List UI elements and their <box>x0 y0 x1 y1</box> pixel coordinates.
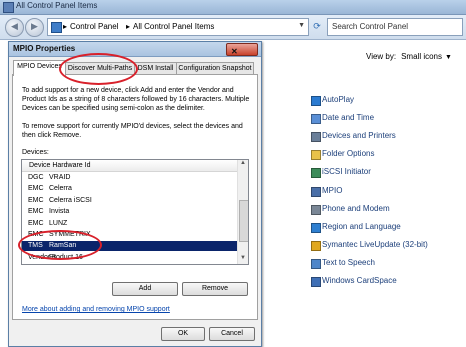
device-vendor: EMC <box>28 196 44 204</box>
cp-item-label: Devices and Printers <box>322 131 396 141</box>
device-row[interactable]: EMC Celerra <box>22 184 237 194</box>
cp-item-icon <box>311 168 321 179</box>
vertical-scrollbar[interactable]: ▲ ▼ <box>237 160 248 264</box>
devices-list[interactable]: Device Hardware Id DGC VRAID EMC Celerra EMC… <box>21 159 249 265</box>
device-vendor: EMC <box>28 231 44 238</box>
control-panel-icon <box>3 2 14 13</box>
device-row[interactable]: EMC Invista <box>22 207 237 217</box>
breadcrumb-separator: ▸ <box>63 22 68 31</box>
cp-item-icon <box>311 240 321 251</box>
device-vendor: TMS <box>28 242 43 250</box>
mpio-properties-dialog: MPIO Properties ✕ MPIO Devices Discover … <box>8 41 262 347</box>
address-bar[interactable]: ▸ Control Panel ▸ All Control Panel Item… <box>47 18 309 36</box>
chevron-down-icon[interactable]: ▼ <box>445 54 452 61</box>
breadcrumb-control-panel[interactable]: Control Panel <box>70 22 118 31</box>
device-row[interactable]: EMC LUNZ <box>22 219 237 229</box>
add-button[interactable]: Add <box>112 282 178 296</box>
cp-item-icon <box>311 150 321 161</box>
device-row[interactable]: Vendor 8 Product 16 <box>22 253 237 263</box>
dialog-title-bar: MPIO Properties ✕ <box>9 42 261 57</box>
device-product: VRAID <box>49 174 71 181</box>
device-product: Product 16 <box>49 253 83 261</box>
window-title: All Control Panel Items <box>16 1 98 10</box>
more-about-mpio-link[interactable]: More about adding and removing MPIO supp… <box>22 306 170 313</box>
device-product: Celerra <box>49 185 72 193</box>
scrollbar-thumb[interactable] <box>239 200 248 242</box>
cp-item-label: Symantec LiveUpdate (32-bit) <box>322 239 428 249</box>
control-panel-icon <box>51 22 62 33</box>
cp-item-label: Folder Options <box>322 149 375 159</box>
cp-item-icon <box>311 132 321 143</box>
back-arrow-icon: ◀ <box>11 21 18 31</box>
breadcrumb-all-items[interactable]: All Control Panel Items <box>133 22 214 31</box>
close-button[interactable]: ✕ <box>226 43 258 56</box>
cp-item-label: Text to Speech <box>322 257 375 267</box>
cp-item-icon <box>311 222 321 233</box>
refresh-button[interactable]: ⟳ <box>310 18 324 34</box>
device-row[interactable]: EMC SYMMETRIX <box>22 230 237 240</box>
cp-item-label: Date and Time <box>322 113 375 123</box>
cp-item-icon <box>311 114 321 125</box>
device-product: Invista <box>49 208 70 216</box>
tab-mpio-devices[interactable]: MPIO Devices <box>13 60 66 76</box>
dialog-title: MPIO Properties <box>13 44 76 53</box>
search-input[interactable]: Search Control Panel <box>327 18 463 36</box>
remove-button[interactable]: Remove <box>182 282 248 296</box>
scroll-down-icon[interactable]: ▼ <box>238 255 248 264</box>
view-by: View by: Small icons ▼ <box>366 52 452 61</box>
ok-button[interactable]: OK <box>161 327 205 341</box>
device-vendor: EMC <box>28 208 44 216</box>
chevron-down-icon[interactable]: ▼ <box>298 22 305 29</box>
device-vendor: EMC <box>28 219 44 227</box>
device-product: LUNZ <box>49 219 68 227</box>
device-row[interactable]: DGC VRAID <box>22 173 237 183</box>
cp-item-label: Region and Language <box>322 221 401 231</box>
view-by-select[interactable]: Small icons <box>401 52 442 61</box>
view-by-label: View by: <box>366 52 397 61</box>
cp-item-label: AutoPlay <box>322 95 355 104</box>
cp-item-label: Phone and Modem <box>322 203 390 213</box>
cp-item-icon <box>311 277 321 287</box>
forward-arrow-icon: ▶ <box>31 21 38 31</box>
address-row: ◀ ▶ ▸ Control Panel ▸ All Control Panel … <box>0 15 466 40</box>
close-icon: ✕ <box>231 47 238 56</box>
device-vendor: DGC <box>28 174 44 181</box>
device-row[interactable]: TMS RamSan <box>22 241 237 252</box>
cp-item-label: MPIO <box>322 185 343 195</box>
add-instructions: To add support for a new device, click A… <box>22 87 250 112</box>
column-header-label: Device Hardware Id <box>29 162 91 169</box>
breadcrumb-separator: ▸ <box>126 22 131 31</box>
device-row[interactable]: EMC Celerra iSCSI <box>22 196 237 206</box>
devices-label: Devices: <box>22 149 49 156</box>
column-header-device-hardware-id[interactable]: Device Hardware Id <box>22 160 237 172</box>
cp-item-icon <box>311 96 321 106</box>
device-product: RamSan <box>49 242 77 250</box>
cancel-button[interactable]: Cancel <box>209 327 255 341</box>
remove-instructions: To remove support for currently MPIO'd d… <box>22 123 243 139</box>
back-button[interactable]: ◀ <box>5 18 24 37</box>
window-title-bar: All Control Panel Items <box>0 0 466 15</box>
device-vendor: EMC <box>28 185 44 193</box>
cp-item-label: iSCSI Initiator <box>322 167 371 177</box>
forward-button[interactable]: ▶ <box>25 18 44 37</box>
cp-item-icon <box>311 258 321 269</box>
cp-item-icon <box>311 186 321 197</box>
scroll-up-icon[interactable]: ▲ <box>238 160 248 169</box>
search-placeholder: Search Control Panel <box>332 22 409 31</box>
device-product: SYMMETRIX <box>49 231 91 238</box>
cp-item-label: Windows CardSpace <box>322 276 397 285</box>
cp-item-icon <box>311 204 321 215</box>
device-product: Celerra iSCSI <box>49 196 92 204</box>
